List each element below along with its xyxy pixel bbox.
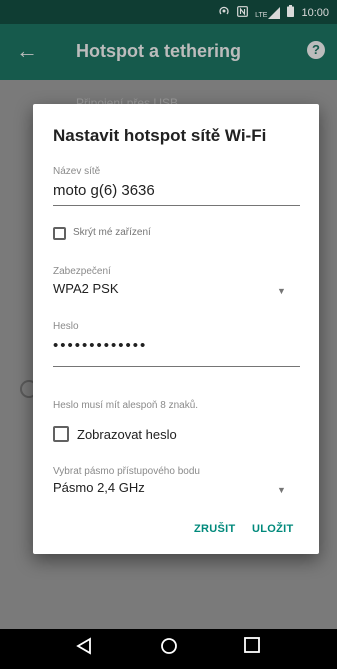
home-icon[interactable] [160, 637, 178, 660]
clock: 10:00 [301, 6, 329, 19]
chevron-down-icon[interactable]: ▼ [277, 485, 286, 495]
show-password-checkbox[interactable] [53, 426, 69, 442]
network-name-underline [53, 205, 300, 206]
password-label: Heslo [53, 321, 79, 332]
hide-device-checkbox[interactable] [53, 227, 66, 240]
password-hint: Heslo musí mít alespoň 8 znaků. [53, 400, 199, 411]
hotspot-icon [218, 5, 230, 20]
navigation-bar [0, 629, 337, 669]
show-password-label: Zobrazovat heslo [77, 427, 177, 442]
page-title: Hotspot a tethering [76, 41, 241, 61]
network-name-input[interactable]: moto g(6) 3636 [53, 182, 155, 199]
battery-icon [287, 5, 295, 20]
network-type: LTE [255, 11, 268, 19]
back-icon[interactable] [76, 637, 92, 660]
save-button[interactable]: ULOŽIT [252, 523, 294, 535]
back-arrow-icon[interactable]: ← [16, 38, 38, 64]
band-select[interactable]: Pásmo 2,4 GHz [53, 480, 145, 495]
hide-device-label: Skrýt mé zařízení [73, 227, 151, 238]
recents-icon[interactable] [244, 637, 260, 658]
hotspot-dialog: Nastavit hotspot sítě Wi-Fi Název sítě m… [33, 104, 319, 554]
band-label: Vybrat pásmo přístupového bodu [53, 466, 200, 477]
app-bar: ← Hotspot a tethering ? [0, 24, 337, 80]
chevron-down-icon[interactable]: ▼ [277, 286, 286, 296]
network-name-label: Název sítě [53, 166, 101, 177]
status-bar: LTE 10:00 [0, 0, 337, 24]
cancel-button[interactable]: ZRUŠIT [194, 523, 236, 535]
password-input[interactable]: ••••••••••••• [53, 337, 147, 354]
dialog-title: Nastavit hotspot sítě Wi-Fi [53, 126, 267, 145]
nfc-icon [237, 5, 249, 20]
help-icon[interactable]: ? [307, 41, 325, 59]
status-icons: LTE 10:00 [218, 5, 329, 20]
password-underline [53, 366, 300, 367]
security-label: Zabezpečení [53, 266, 111, 277]
security-select[interactable]: WPA2 PSK [53, 281, 119, 296]
lte-signal-icon: LTE [255, 6, 281, 19]
